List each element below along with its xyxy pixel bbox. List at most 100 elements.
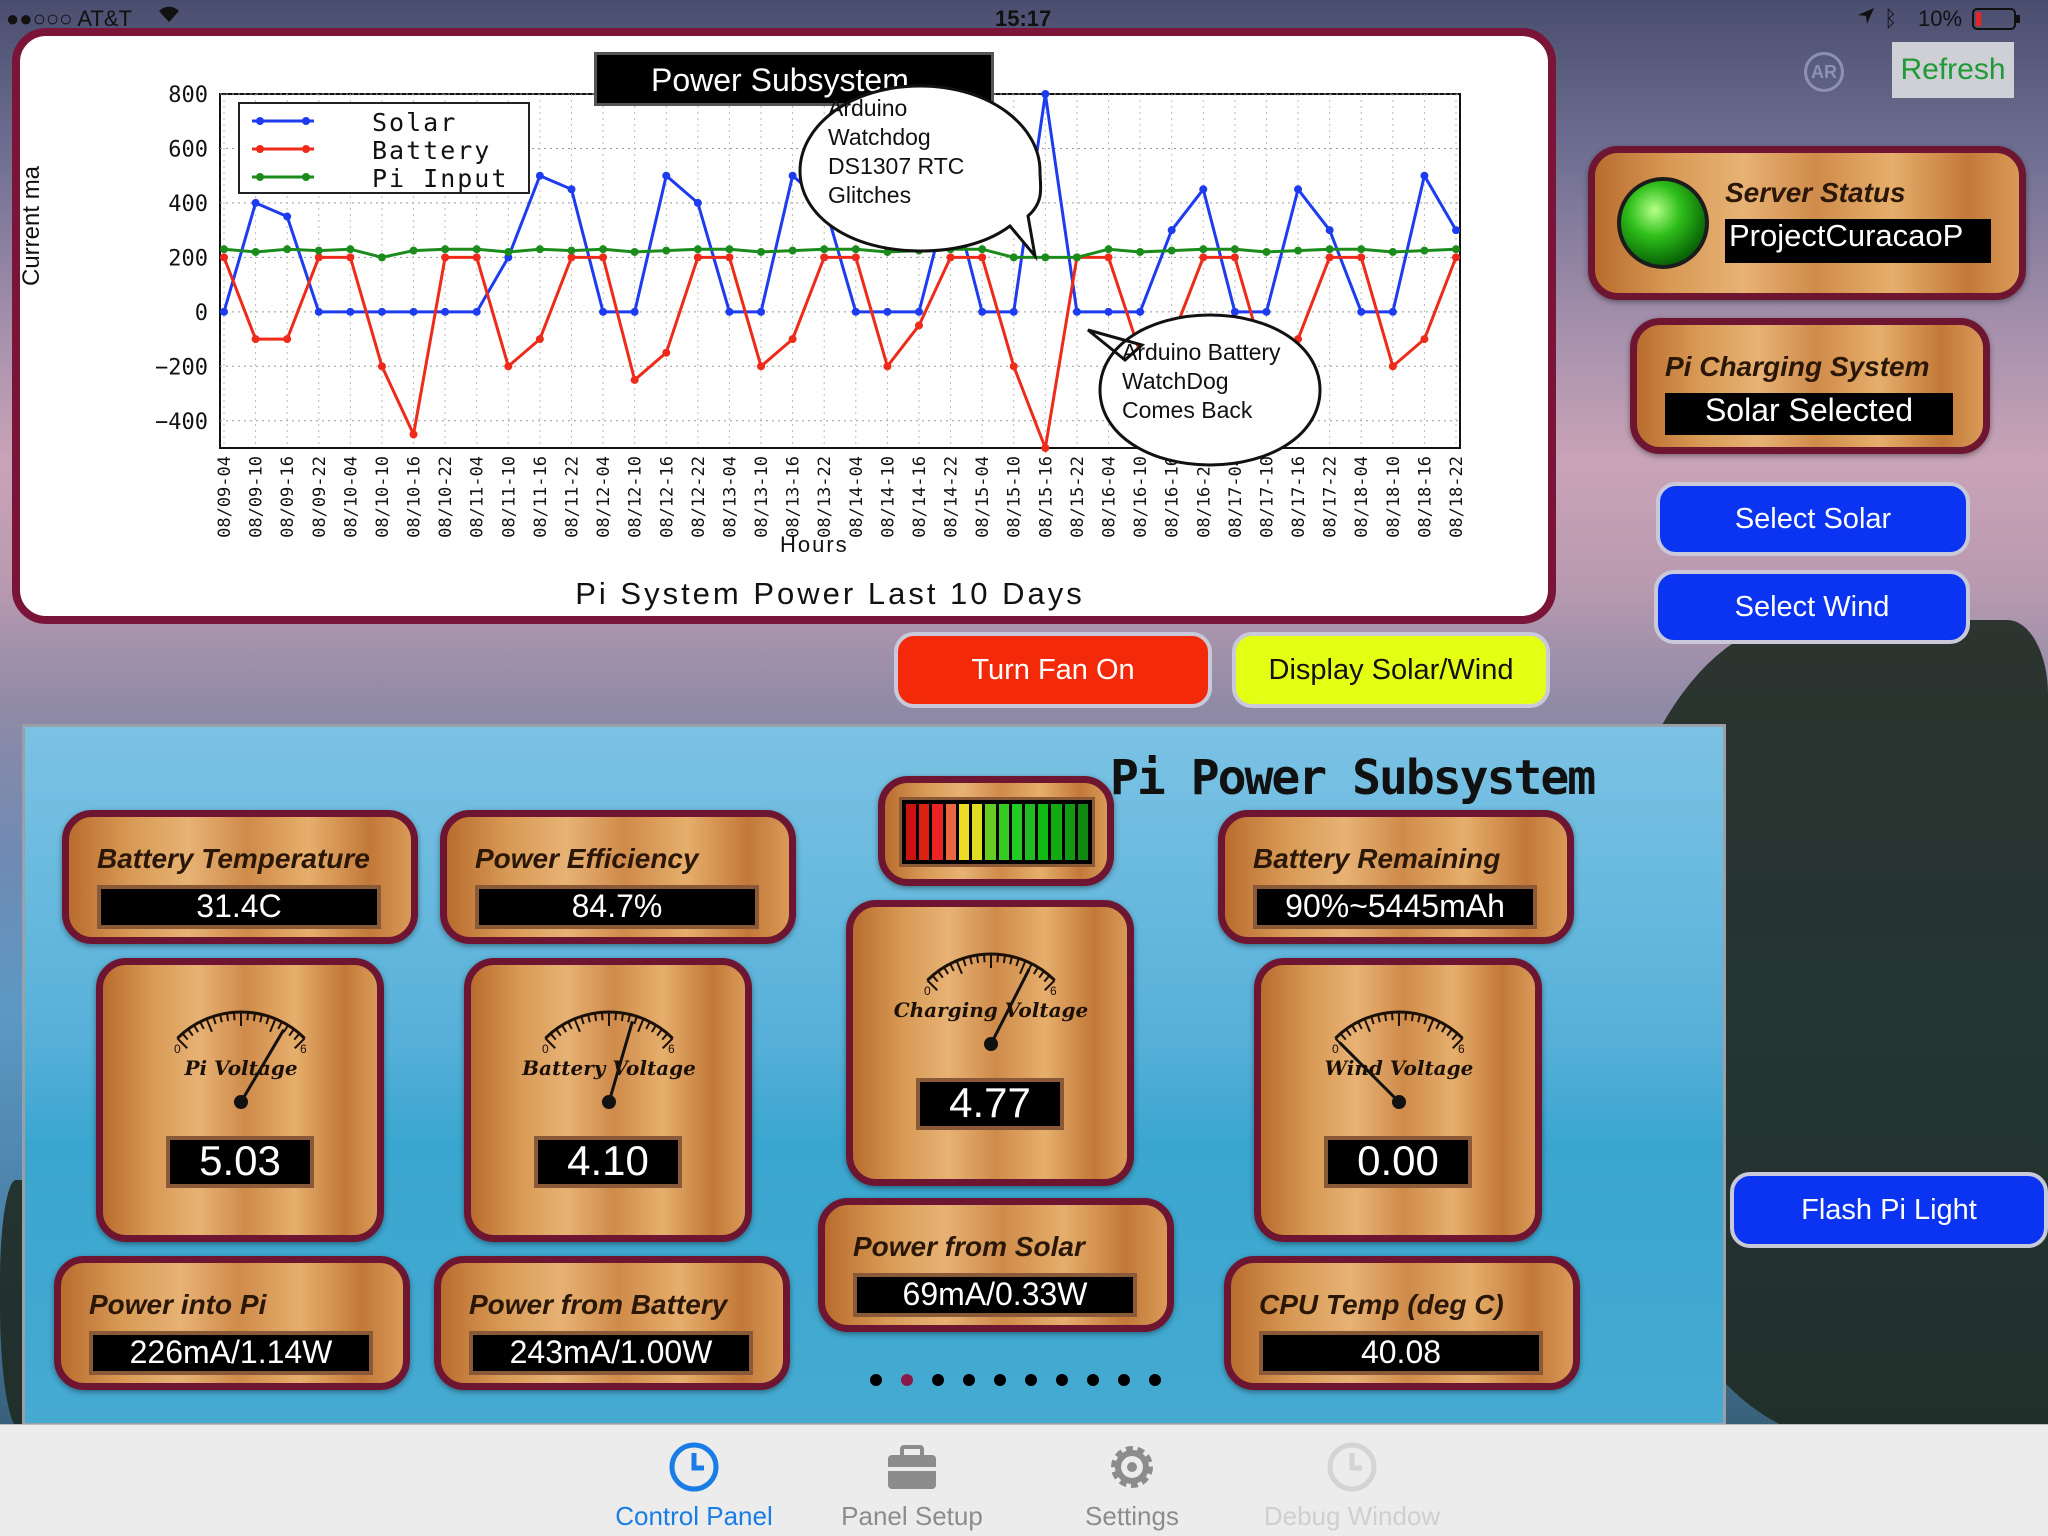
- data-point: [251, 198, 260, 207]
- data-point: [1009, 362, 1018, 371]
- data-point: [757, 247, 766, 256]
- battery-temperature-label: Battery Temperature: [97, 843, 370, 874]
- clock-icon: [1327, 1442, 1377, 1492]
- legend-swatch: [252, 173, 314, 181]
- x-tick-label: 08/14-16: [910, 456, 930, 538]
- data-point: [630, 307, 639, 316]
- data-point: [788, 335, 797, 344]
- tab-label: Panel Setup: [841, 1501, 983, 1531]
- x-tick-label: 08/14-22: [942, 456, 962, 538]
- legend-swatch: [252, 145, 314, 153]
- gauge-min-label: 0: [924, 984, 931, 998]
- y-tick-label: 400: [168, 192, 208, 217]
- data-point: [914, 307, 923, 316]
- page-dot[interactable]: [994, 1374, 1006, 1386]
- data-point: [346, 253, 355, 262]
- data-point: [1452, 226, 1460, 235]
- gauge-dial: Battery Voltage 0 6: [484, 972, 734, 1122]
- data-point: [1325, 253, 1334, 262]
- server-status-label: Server Status: [1725, 177, 1906, 208]
- data-point: [1357, 253, 1366, 262]
- page-dot[interactable]: [870, 1374, 882, 1386]
- x-tick-label: 08/10-16: [405, 456, 425, 538]
- ar-button[interactable]: AR: [1804, 52, 1844, 92]
- tab-label: Settings: [1085, 1501, 1179, 1531]
- level-segment: [1077, 804, 1089, 860]
- data-point: [1420, 335, 1429, 344]
- x-tick-label: 08/12-16: [657, 456, 677, 538]
- charging-system-label: Pi Charging System: [1665, 351, 1930, 382]
- page-dot[interactable]: [1056, 1374, 1068, 1386]
- select-solar-button[interactable]: Select Solar: [1656, 482, 1970, 556]
- data-point: [535, 171, 544, 180]
- data-point: [314, 253, 323, 262]
- page-indicator[interactable]: [870, 1374, 1180, 1390]
- page-dot[interactable]: [1118, 1374, 1130, 1386]
- data-point: [599, 307, 608, 316]
- legend-label: Pi Input: [372, 164, 509, 193]
- level-segment: [998, 804, 1009, 860]
- tab-bar: Control Panel Panel Setup Settings Debug…: [0, 1424, 2048, 1536]
- data-point: [757, 307, 766, 316]
- tab-control-panel[interactable]: Control Panel: [594, 1425, 794, 1532]
- page-dot[interactable]: [1149, 1374, 1161, 1386]
- data-point: [1388, 247, 1397, 256]
- tab-settings[interactable]: Settings: [1032, 1425, 1232, 1532]
- page-dot[interactable]: [1025, 1374, 1037, 1386]
- tab-label: Debug Window: [1263, 1501, 1441, 1531]
- page-dot[interactable]: [901, 1374, 913, 1386]
- level-segment: [1051, 804, 1062, 860]
- level-segment: [1064, 804, 1075, 860]
- data-point: [693, 253, 702, 262]
- data-point: [251, 335, 260, 344]
- gauge-value: 4.10: [534, 1136, 682, 1188]
- data-point: [1041, 444, 1050, 452]
- level-segment: [1011, 804, 1022, 860]
- power-into-pi-value: 226mA/1.14W: [89, 1331, 373, 1375]
- data-point: [441, 245, 450, 254]
- data-point: [409, 307, 418, 316]
- x-axis-label: Hours: [780, 532, 849, 557]
- x-tick-label: 08/15-16: [1036, 456, 1056, 538]
- gauge-value: 5.03: [166, 1136, 314, 1188]
- data-point: [409, 246, 418, 255]
- tab-panel-setup[interactable]: Panel Setup: [812, 1425, 1012, 1532]
- data-point: [220, 245, 228, 254]
- data-point: [725, 253, 734, 262]
- power-into-pi-card: Power into Pi 226mA/1.14W: [54, 1256, 410, 1390]
- clock-icon: [669, 1442, 719, 1492]
- data-point: [472, 253, 481, 262]
- data-point: [220, 307, 228, 316]
- x-tick-label: 08/18-16: [1415, 456, 1435, 538]
- data-point: [757, 362, 766, 371]
- battery-remaining-value: 90%~5445mAh: [1253, 885, 1537, 929]
- page-dot[interactable]: [932, 1374, 944, 1386]
- select-wind-button[interactable]: Select Wind: [1654, 570, 1970, 644]
- subsystem-title: Pi Power Subsystem: [1110, 750, 1596, 806]
- gauge-label: Battery Voltage: [522, 1056, 696, 1080]
- gauge-dial: Charging Voltage 0 6: [866, 914, 1116, 1064]
- data-point: [1452, 253, 1460, 262]
- gauge-dial: Pi Voltage 0 6: [116, 972, 366, 1122]
- data-point: [377, 253, 386, 262]
- x-tick-label: 08/10-10: [373, 456, 393, 538]
- x-tick-label: 08/11-22: [562, 456, 582, 538]
- data-point: [630, 375, 639, 384]
- data-point: [535, 335, 544, 344]
- page-dot[interactable]: [963, 1374, 975, 1386]
- page-dot[interactable]: [1087, 1374, 1099, 1386]
- data-point: [599, 245, 608, 254]
- turn-fan-on-button[interactable]: Turn Fan On: [894, 632, 1212, 708]
- refresh-button[interactable]: Refresh: [1892, 42, 2014, 98]
- status-led-icon: [1617, 177, 1709, 269]
- flash-pi-light-button[interactable]: Flash Pi Light: [1730, 1172, 2048, 1248]
- gauge-value: 4.77: [916, 1078, 1064, 1130]
- level-segment: [919, 804, 930, 860]
- display-solar-wind-button[interactable]: Display Solar/Wind: [1232, 632, 1550, 708]
- data-point: [662, 246, 671, 255]
- data-point: [1104, 245, 1113, 254]
- level-meter-card: [878, 776, 1114, 886]
- gauge-max-label: 6: [1050, 984, 1057, 998]
- data-point: [1199, 245, 1208, 254]
- x-tick-label: 08/13-10: [752, 456, 772, 538]
